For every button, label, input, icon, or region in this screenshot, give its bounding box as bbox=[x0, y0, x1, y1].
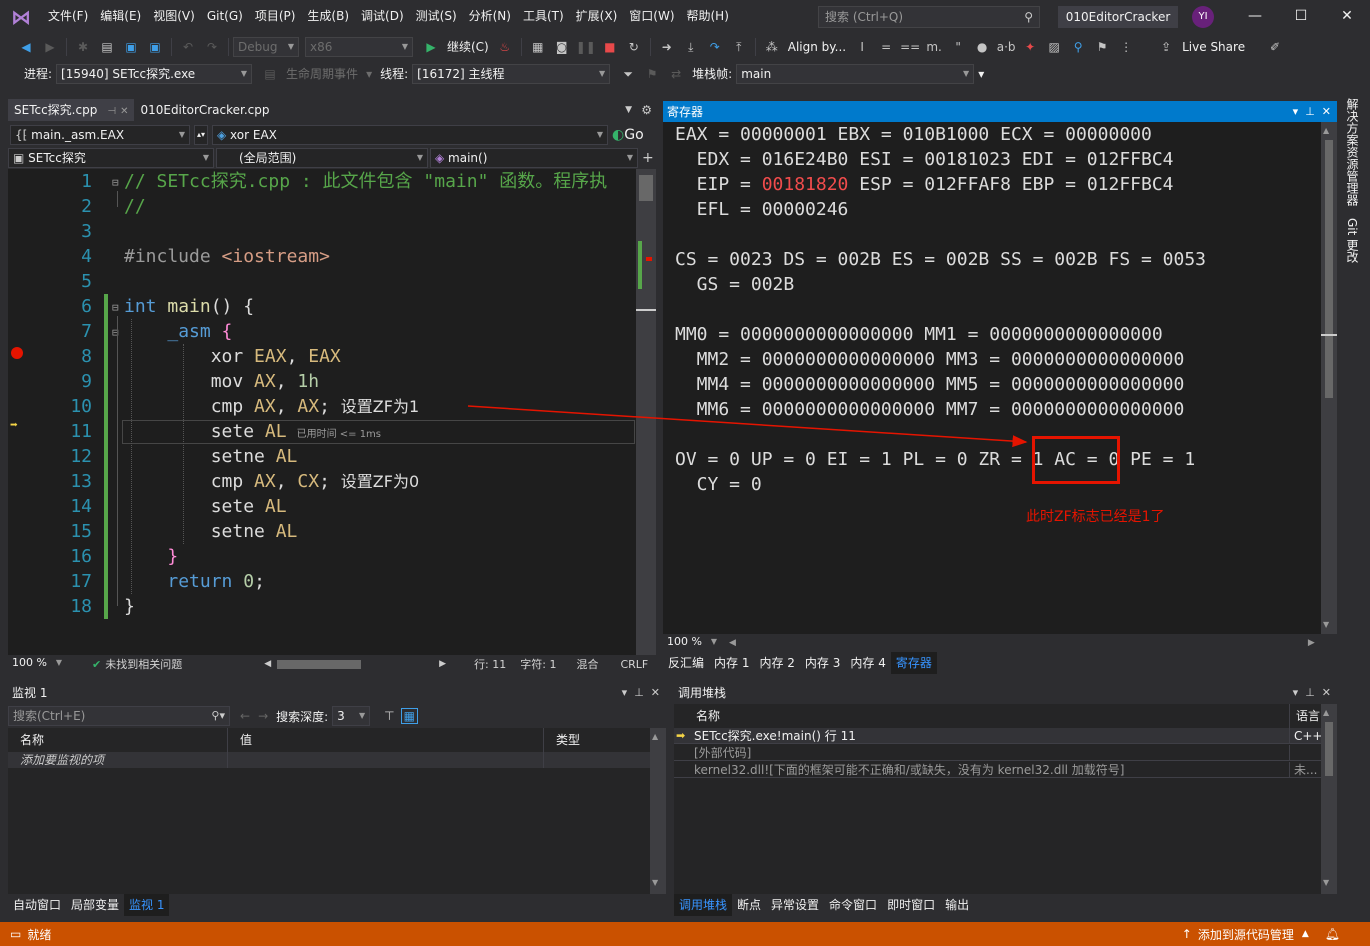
chevron-down-icon: ▼ bbox=[710, 637, 717, 646]
window-menu-icon[interactable]: ▾ bbox=[622, 686, 628, 699]
status-ready-icon: ▭ bbox=[10, 927, 22, 941]
pin-icon[interactable]: ⊥ bbox=[634, 686, 644, 699]
search-depth-label: 搜索深度: bbox=[276, 709, 329, 724]
watch-title-bar[interactable]: 监视 1 ▾ ⊥ ✕ bbox=[8, 682, 666, 704]
debug-tab-2[interactable]: 内存 2 bbox=[754, 652, 799, 674]
close-icon[interactable]: ✕ bbox=[1322, 686, 1331, 699]
callstack-vertical-scrollbar[interactable]: ▲ ▼ bbox=[1321, 704, 1337, 894]
debug-tab-5[interactable]: 寄存器 bbox=[890, 652, 937, 674]
current-frame-icon: ➡ bbox=[676, 729, 686, 742]
column-header-value[interactable]: 值 bbox=[228, 728, 544, 752]
column-header-type[interactable]: 类型 bbox=[544, 728, 650, 752]
watch-add-row[interactable]: 添加要监视的项 bbox=[8, 752, 650, 768]
scroll-up-icon[interactable]: ▲ bbox=[1323, 708, 1329, 717]
output-tab-4[interactable]: 即时窗口 bbox=[882, 894, 940, 916]
watch-title: 监视 1 bbox=[12, 686, 48, 700]
status-ready: 就绪 bbox=[27, 927, 52, 942]
callstack-title: 调用堆栈 bbox=[678, 686, 727, 700]
scroll-up-icon[interactable]: ▲ bbox=[652, 732, 658, 741]
frame-language: 未... bbox=[1294, 763, 1318, 777]
watch-tab-2[interactable]: 监视 1 bbox=[124, 894, 170, 916]
scroll-right-icon[interactable]: ▶ bbox=[1308, 638, 1315, 648]
output-tab-5[interactable]: 输出 bbox=[940, 894, 974, 916]
search-forward-icon[interactable]: → bbox=[258, 709, 268, 723]
callstack-grid[interactable]: 名称 语言 ➡ SETcc探究.exe!main() 行 11 C++ [外部代码] k… bbox=[674, 704, 1323, 894]
column-header-language[interactable]: 语言 bbox=[1290, 704, 1321, 728]
registers-zoom-select[interactable]: 100 % ▼ bbox=[663, 635, 721, 651]
callstack-row[interactable]: [外部代码] bbox=[674, 745, 1321, 761]
frame-name: kernel32.dll![下面的框架可能不正确和/或缺失，没有为 kernel… bbox=[694, 763, 1125, 777]
column-header-name[interactable]: 名称 bbox=[674, 704, 1290, 728]
search-depth-value: 3 bbox=[337, 709, 345, 723]
add-watch-item[interactable]: 添加要监视的项 bbox=[20, 752, 104, 768]
frame-name: [外部代码] bbox=[694, 746, 752, 760]
pin-column-icon[interactable]: ⊤ bbox=[384, 709, 394, 723]
callstack-pane-buttons: ▾ ⊥ ✕ bbox=[1293, 682, 1331, 704]
status-bar: ▭ 就绪 ↑ 添加到源代码管理 ▲ 🔔︎ bbox=[0, 922, 1370, 946]
notification-bell-icon[interactable]: 🔔︎ bbox=[1325, 927, 1340, 941]
zoom-value: 100 % bbox=[667, 635, 702, 648]
debug-tab-4[interactable]: 内存 4 bbox=[845, 652, 890, 674]
output-tab-1[interactable]: 断点 bbox=[732, 894, 766, 916]
add-to-source-control-button[interactable]: 添加到源代码管理 bbox=[1198, 926, 1294, 943]
tab-git-changes[interactable]: Git 更改 bbox=[1344, 218, 1361, 263]
watch-grid[interactable]: 名称 值 类型 添加要监视的项 bbox=[8, 728, 650, 894]
scroll-down-icon[interactable]: ▼ bbox=[1323, 878, 1329, 887]
watch-search-input[interactable]: 搜索(Ctrl+E) ⚲▾ bbox=[8, 706, 230, 726]
scroll-down-icon[interactable]: ▼ bbox=[652, 878, 658, 887]
search-depth-select[interactable]: 3 ▼ bbox=[332, 706, 371, 726]
pin-icon[interactable]: ⊥ bbox=[1305, 686, 1315, 699]
close-icon[interactable]: ✕ bbox=[651, 686, 660, 699]
watch-pane-buttons: ▾ ⊥ ✕ bbox=[622, 682, 660, 704]
upload-icon: ↑ bbox=[1181, 927, 1192, 941]
output-tab-3[interactable]: 命令窗口 bbox=[824, 894, 882, 916]
watch-tab-1[interactable]: 局部变量 bbox=[66, 894, 124, 916]
tab-solution-explorer[interactable]: 解决方案资源管理器 bbox=[1344, 98, 1361, 206]
watch-search-placeholder: 搜索(Ctrl+E) bbox=[13, 709, 86, 723]
callstack-row[interactable]: kernel32.dll![下面的框架可能不正确和/或缺失，没有为 kernel… bbox=[674, 762, 1321, 778]
chevron-up-icon: ▲ bbox=[1301, 929, 1309, 939]
debug-windows-tabs: 反汇编 内存 1 内存 2 内存 3 内存 4 寄存器 bbox=[663, 652, 1337, 674]
debug-tab-1[interactable]: 内存 1 bbox=[709, 652, 754, 674]
search-back-icon[interactable]: ← bbox=[240, 709, 250, 723]
side-tool-strip: 解决方案资源管理器 Git 更改 bbox=[1338, 88, 1370, 920]
frame-name: SETcc探究.exe!main() 行 11 bbox=[694, 729, 856, 743]
window-menu-icon[interactable]: ▾ bbox=[1293, 686, 1299, 699]
scroll-left-icon[interactable]: ◀ bbox=[729, 638, 736, 648]
frame-language: C++ bbox=[1294, 729, 1323, 743]
debug-tab-3[interactable]: 内存 3 bbox=[800, 652, 845, 674]
callstack-row[interactable]: ➡ SETcc探究.exe!main() 行 11 C++ bbox=[674, 728, 1323, 744]
column-header-name[interactable]: 名称 bbox=[8, 728, 228, 752]
output-tab-0[interactable]: 调用堆栈 bbox=[674, 894, 733, 916]
callstack-title-bar[interactable]: 调用堆栈 ▾ ⊥ ✕ bbox=[674, 682, 1337, 704]
registers-status-bar: 100 % ▼ ◀ ▶ bbox=[663, 634, 1337, 652]
output-windows-tabs: 调用堆栈 断点 异常设置 命令窗口 即时窗口 输出 bbox=[674, 894, 1337, 916]
hex-toggle-icon[interactable]: ▦ bbox=[400, 708, 418, 724]
scroll-thumb[interactable] bbox=[1325, 722, 1333, 776]
watch-toolbar: 搜索(Ctrl+E) ⚲▾ ← → 搜索深度: 3 ▼ ⊤ ▦ bbox=[8, 704, 666, 728]
watch-vertical-scrollbar[interactable]: ▲ ▼ bbox=[650, 728, 666, 894]
output-tab-2[interactable]: 异常设置 bbox=[766, 894, 824, 916]
watch-windows-tabs: 自动窗口 局部变量 监视 1 bbox=[8, 894, 666, 916]
debug-tab-0[interactable]: 反汇编 bbox=[663, 652, 709, 674]
watch-tab-0[interactable]: 自动窗口 bbox=[8, 894, 66, 916]
search-icon: ⚲▾ bbox=[211, 709, 225, 722]
chevron-down-icon: ▼ bbox=[359, 711, 366, 720]
